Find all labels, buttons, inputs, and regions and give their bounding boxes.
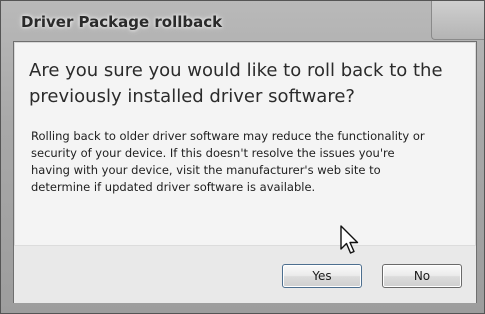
button-bar: Yes No [14,245,476,303]
dialog-content: Are you sure you would like to roll back… [13,41,477,303]
main-instruction: Are you sure you would like to roll back… [29,60,443,107]
arrow-pointer-icon [340,225,359,254]
no-button[interactable]: No [382,264,462,288]
content-text: Rolling back to older driver software ma… [31,129,425,194]
dialog-window: Driver Package rollback Are you sure you… [0,0,485,314]
yes-button[interactable]: Yes [282,264,362,288]
close-button[interactable] [431,1,484,40]
dialog-title: Driver Package rollback [21,13,223,31]
